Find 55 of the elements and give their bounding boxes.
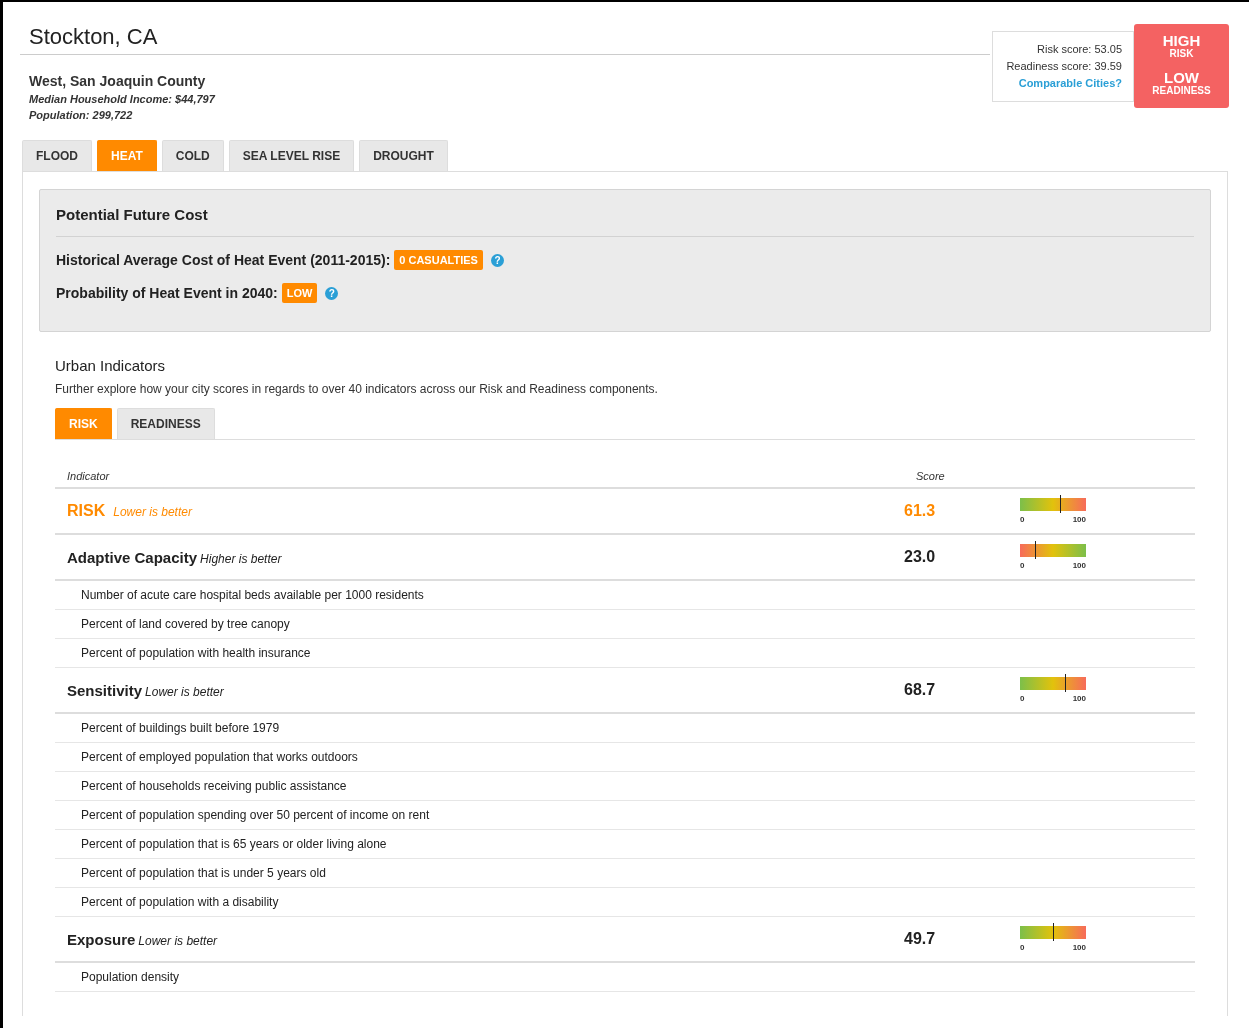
indicator-name[interactable]: Percent of population that is 65 years or older living alone: [55, 837, 1195, 851]
section-description: Further explore how your city scores in regards to over 40 indicators across our Risk and Readiness components.: [55, 382, 659, 396]
gauge-max: 100: [1072, 515, 1086, 524]
risk-label: RISK: [1168, 48, 1195, 59]
indicator-name[interactable]: Percent of population spending over 50 percent of income on rent: [55, 808, 1195, 822]
gauge-max: 100: [1072, 694, 1086, 703]
value-badge: 0 CASUALTIES: [394, 250, 483, 270]
component-tab[interactable]: READINESS: [116, 408, 215, 439]
score-value: 23.0: [904, 548, 937, 566]
city-title: Stockton, CA: [20, 24, 990, 55]
gauge-min: 0: [1020, 561, 1025, 570]
panel-title: Potential Future Cost: [56, 190, 1194, 237]
column-header: Score: [916, 470, 946, 482]
income-text: Median Household Income: $44,797: [29, 93, 217, 105]
score-value: 61.3: [904, 502, 937, 520]
score-value: 68.7: [904, 681, 937, 699]
group-name: Adaptive Capacity: [67, 548, 198, 566]
indicator-name[interactable]: Percent of population with a disability: [55, 895, 1195, 909]
group-note: Higher is better: [200, 551, 282, 566]
gauge-min: 0: [1020, 694, 1025, 703]
region-name: West, San Joaquin County: [29, 73, 207, 89]
indicator-name[interactable]: Percent of population with health insurance: [55, 646, 1195, 660]
readiness-score: Readiness score: 39.59: [1005, 59, 1122, 74]
fact-label: Probability of Heat Event in 2040:: [56, 285, 278, 301]
group-name: RISK: [67, 502, 106, 519]
column-header: Indicator: [67, 470, 111, 482]
hazard-tab[interactable]: SEA LEVEL RISE: [228, 140, 355, 171]
group-name: Sensitivity: [67, 681, 143, 699]
indicator-name[interactable]: Percent of households receiving public assistance: [55, 779, 1195, 793]
risk-score: Risk score: 53.05: [1036, 42, 1122, 57]
gauge-min: 0: [1020, 515, 1025, 524]
value-badge: LOW: [281, 283, 318, 303]
gauge-max: 100: [1072, 943, 1086, 952]
gauge-max: 100: [1072, 561, 1086, 570]
indicator-name[interactable]: Percent of buildings built before 1979: [55, 721, 1195, 735]
hazard-tab[interactable]: DROUGHT: [359, 140, 448, 171]
group-name: Exposure: [67, 930, 136, 948]
indicator-name[interactable]: Percent of population that is under 5 years old: [55, 866, 1195, 880]
hazard-tab[interactable]: FLOOD: [22, 140, 92, 171]
indicator-name[interactable]: Population density: [55, 970, 1195, 984]
indicator-name[interactable]: Percent of employed population that works outdoors: [55, 750, 1195, 764]
readiness-level: LOW: [1163, 71, 1200, 85]
group-note: Lower is better: [138, 933, 218, 948]
gauge-min: 0: [1020, 943, 1025, 952]
score-value: 49.7: [904, 930, 937, 948]
indicator-name[interactable]: Number of acute care hospital beds available per 1000 residents: [55, 588, 1195, 602]
indicator-name[interactable]: Percent of land covered by tree canopy: [55, 617, 1195, 631]
fact-label: Historical Average Cost of Heat Event (2011-2015):: [56, 252, 391, 268]
group-note: Lower is better: [145, 684, 224, 699]
population-text: Population: 299,722: [29, 109, 134, 121]
hazard-tab[interactable]: COLD: [161, 140, 224, 171]
section-title: Urban Indicators: [55, 357, 167, 374]
readiness-label: READINESS: [1151, 85, 1212, 96]
group-note: Lower is better: [113, 505, 192, 519]
risk-level: HIGH: [1161, 34, 1202, 48]
